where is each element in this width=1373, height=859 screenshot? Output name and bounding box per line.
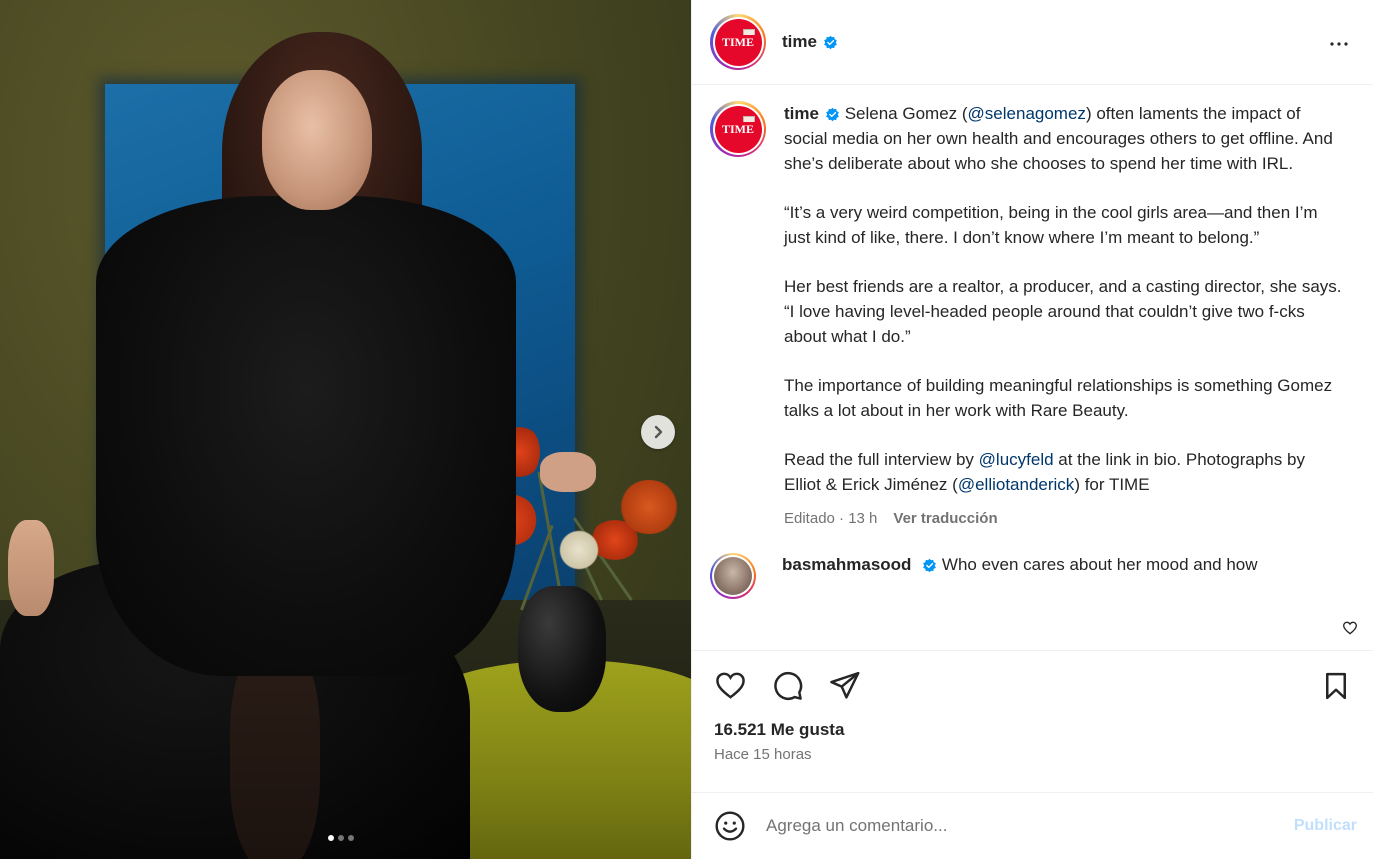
caption-text: The importance of building meaningful re… (784, 376, 1333, 420)
see-translation-button[interactable]: Ver traducción (893, 506, 997, 531)
subject-face (262, 70, 372, 210)
comment-item: basmahmasood Who even cares about her mo… (710, 553, 1355, 599)
caption-row: TIME time Selena Gomez (@selenagomez) of… (710, 101, 1355, 531)
header-username[interactable]: time (782, 32, 817, 52)
paper-plane-icon (830, 671, 860, 699)
comment-icon (774, 671, 803, 700)
caption-text: ) for TIME (1074, 475, 1150, 494)
post-sidebar: TIME time TIME time Selena Gomez (@selen… (691, 0, 1373, 859)
post-time[interactable]: Hace 15 horas (692, 746, 1373, 763)
avatar[interactable] (710, 553, 756, 599)
comment-text: Who even cares about her mood and how (941, 555, 1258, 574)
action-bar (692, 651, 1373, 702)
caption-paragraph: Read the full interview by @lucyfeld at … (784, 447, 1344, 497)
avatar[interactable]: TIME (710, 14, 766, 70)
time-logo-text: TIME (720, 121, 755, 137)
save-button[interactable] (1321, 671, 1351, 701)
commenter-photo (714, 557, 752, 595)
caption-paragraph: The importance of building meaningful re… (784, 373, 1344, 423)
avatar-border: TIME (712, 103, 764, 155)
carousel-dot (348, 835, 354, 841)
caption-text: Her best friends are a realtor, a produc… (784, 277, 1342, 346)
caption-edited-time: Editado · 13 h (784, 510, 878, 527)
carousel-next-button[interactable] (641, 415, 675, 449)
carousel-dots (328, 835, 354, 841)
comment-text-container: basmahmasood Who even cares about her mo… (782, 553, 1322, 577)
more-horizontal-icon (1330, 42, 1348, 46)
caption-paragraph: Her best friends are a realtor, a produc… (784, 274, 1344, 349)
emoji-button[interactable] (714, 810, 746, 842)
instagram-post-modal: TIME time TIME time Selena Gomez (@selen… (0, 0, 1373, 859)
time-logo-text: TIME (720, 34, 755, 50)
post-actions: 16.521 Me gusta Hace 15 horas (692, 650, 1373, 792)
comment-input[interactable] (766, 816, 1294, 836)
comment-button[interactable] (771, 669, 804, 702)
caption-meta: Editado · 13 h Ver traducción (784, 506, 1344, 531)
time-logo: TIME (714, 105, 762, 153)
avatar[interactable]: TIME (710, 101, 766, 157)
flower (556, 530, 602, 570)
vase (518, 586, 606, 712)
verified-badge-icon (826, 107, 839, 122)
emoji-icon (715, 811, 745, 841)
likes-count[interactable]: 16.521 Me gusta (692, 720, 1373, 740)
caption-paragraph: time Selena Gomez (@selenagomez) often l… (784, 101, 1344, 176)
mention-link[interactable]: @elliotanderick (958, 475, 1074, 494)
more-options-button[interactable] (1327, 32, 1351, 61)
mention-link[interactable]: @selenagomez (968, 104, 1086, 123)
avatar-border: TIME (712, 16, 764, 68)
share-button[interactable] (828, 669, 861, 702)
heart-icon (716, 672, 745, 699)
comment-like-button[interactable] (1342, 620, 1358, 641)
bookmark-icon (1326, 672, 1346, 699)
comments-section[interactable]: TIME time Selena Gomez (@selenagomez) of… (692, 85, 1373, 650)
header-username-link[interactable]: time (782, 32, 838, 52)
like-button[interactable] (714, 669, 747, 702)
post-media[interactable] (0, 0, 691, 859)
flower (618, 480, 680, 534)
heart-icon (1342, 621, 1358, 635)
post-header: TIME time (692, 0, 1373, 85)
caption-username[interactable]: time (784, 104, 819, 123)
mention-link[interactable]: @lucyfeld (979, 450, 1054, 469)
subject-dress (96, 196, 516, 676)
avatar-border (712, 555, 754, 597)
caption-text: “It’s a very weird competition, being in… (784, 203, 1318, 247)
publish-button[interactable]: Publicar (1294, 817, 1357, 835)
caption-text: Read the full interview by (784, 450, 979, 469)
subject-hand-right (540, 452, 596, 492)
chevron-right-icon (654, 425, 663, 439)
carousel-dot (338, 835, 344, 841)
time-logo: TIME (714, 18, 762, 66)
carousel-dot (328, 835, 334, 841)
post-caption: time Selena Gomez (@selenagomez) often l… (784, 101, 1344, 531)
subject-hand-left (8, 520, 54, 616)
comment-username[interactable]: basmahmasood (782, 555, 911, 574)
verified-badge-icon (923, 558, 937, 573)
caption-paragraph: “It’s a very weird competition, being in… (784, 200, 1344, 250)
add-comment-bar: Publicar (692, 792, 1373, 859)
caption-text: Selena Gomez ( (844, 104, 968, 123)
caption-body: time Selena Gomez (@selenagomez) often l… (784, 101, 1344, 497)
verified-badge-icon (824, 35, 837, 49)
